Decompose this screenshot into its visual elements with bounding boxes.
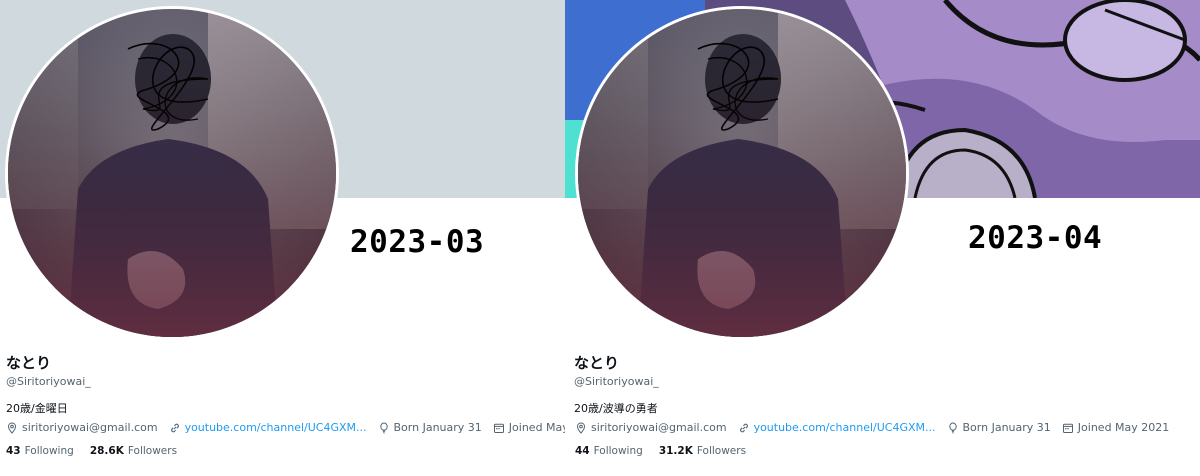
website-link[interactable]: youtube.com/channel/UC4GXM... [738, 421, 936, 434]
birthday-item: Born January 31 [947, 421, 1051, 434]
following-label: Following [24, 445, 74, 457]
calendar-icon [493, 423, 504, 433]
date-label: 2023-03 [350, 224, 485, 260]
email-item: siritoriyowai@gmail.com [6, 421, 158, 434]
location-icon [7, 421, 17, 434]
website-link[interactable]: youtube.com/channel/UC4GXM... [169, 421, 367, 434]
profile-meta: siritoriyowai@gmail.com youtube.com/chan… [575, 421, 1180, 434]
followers-count: 31.2K [658, 445, 693, 457]
email-text: siritoriyowai@gmail.com [22, 421, 158, 434]
birthday-text: Born January 31 [393, 421, 482, 434]
website-text[interactable]: youtube.com/channel/UC4GXM... [754, 421, 936, 434]
profile-meta: siritoriyowai@gmail.com youtube.com/chan… [6, 421, 565, 434]
website-text[interactable]: youtube.com/channel/UC4GXM... [185, 421, 367, 434]
joined-text: Joined May 2021 [508, 421, 565, 434]
profile-avatar[interactable] [5, 6, 339, 340]
profile-bio: 20歳/波導の勇者 [574, 402, 658, 415]
username-handle: @Siritoriyowai_ [6, 375, 91, 388]
email-item: siritoriyowai@gmail.com [575, 421, 727, 434]
following-count: 44 [575, 445, 590, 457]
birthday-item: Born January 31 [378, 421, 482, 434]
following-count: 43 [6, 445, 21, 457]
date-label: 2023-04 [968, 220, 1103, 256]
follow-stats: 43 Following 28.6K Followers [6, 445, 193, 457]
following-label: Following [593, 445, 643, 457]
followers-link[interactable]: 28.6K Followers [90, 445, 177, 457]
display-name: なとり [6, 354, 52, 372]
balloon-icon [948, 422, 957, 434]
following-link[interactable]: 43 Following [6, 445, 74, 457]
joined-item: Joined May 2021 [493, 421, 565, 434]
link-icon [739, 423, 748, 432]
location-icon [576, 421, 586, 434]
balloon-icon [379, 422, 388, 434]
email-text: siritoriyowai@gmail.com [591, 421, 727, 434]
followers-link[interactable]: 31.2K Followers [659, 445, 746, 457]
profile-panel-2023-03: 2023-03 なとり @Siritoriyowai_ 20歳/金曜日 siri… [0, 0, 565, 476]
joined-text: Joined May 2021 [1077, 421, 1170, 434]
calendar-icon [1062, 423, 1073, 433]
username-handle: @Siritoriyowai_ [574, 375, 659, 388]
birthday-text: Born January 31 [962, 421, 1051, 434]
followers-count: 28.6K [89, 445, 124, 457]
joined-item: Joined May 2021 [1062, 421, 1169, 434]
following-link[interactable]: 44 Following [575, 445, 643, 457]
profile-avatar[interactable] [575, 6, 909, 340]
display-name: なとり [574, 354, 620, 372]
followers-label: Followers [696, 445, 747, 457]
profile-bio: 20歳/金曜日 [6, 402, 68, 415]
follow-stats: 44 Following 31.2K Followers [575, 445, 762, 457]
link-icon [170, 423, 179, 432]
followers-label: Followers [127, 445, 178, 457]
profile-panel-2023-04: 2023-04 なとり @Siritoriyowai_ 20歳/波導の勇者 si… [565, 0, 1200, 476]
